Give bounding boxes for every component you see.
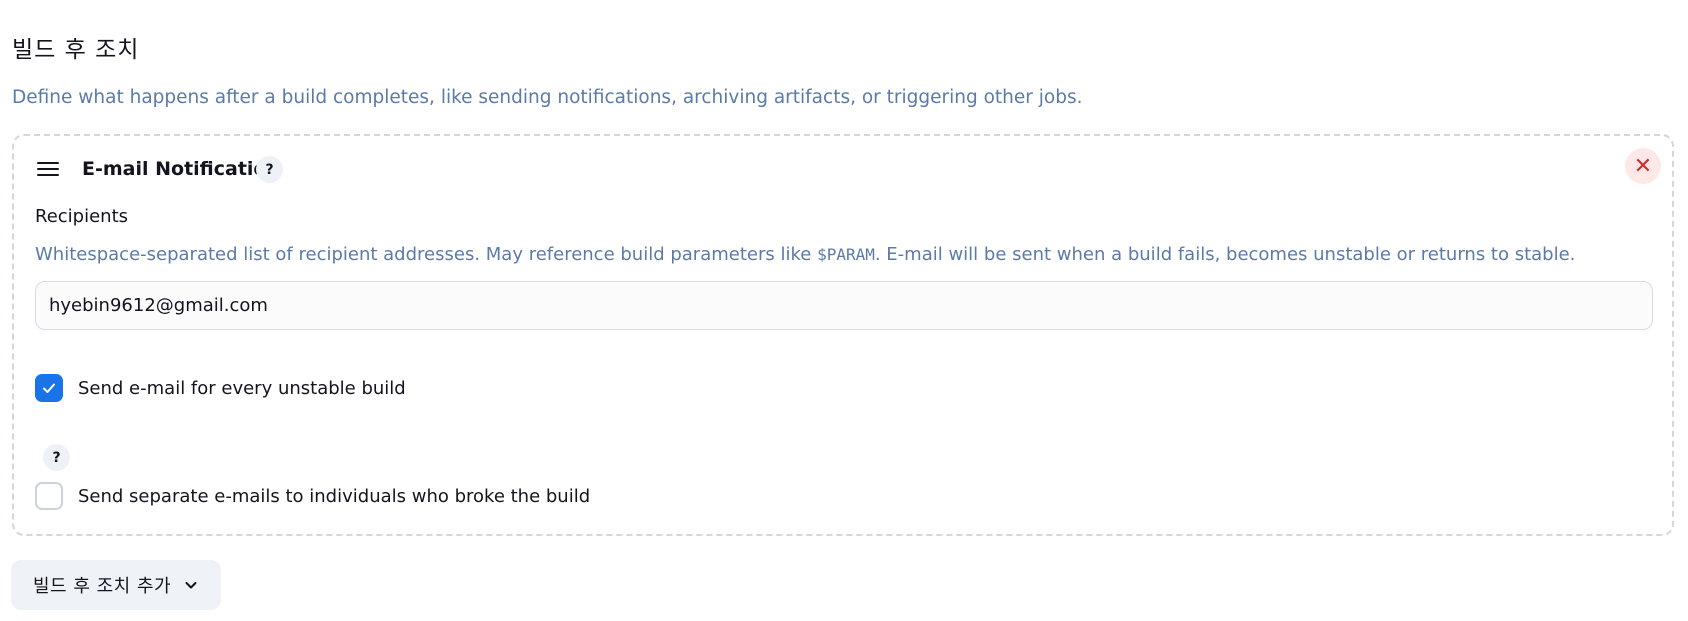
section-title: 빌드 후 조치 [12, 37, 140, 63]
add-button-label: 빌드 후 조치 추가 [33, 576, 172, 597]
help-icon[interactable]: ? [43, 444, 70, 471]
unstable-build-label: Send e-mail for every unstable build [78, 377, 406, 399]
help-icon[interactable]: ? [256, 156, 283, 183]
post-build-actions-page: 빌드 후 조치 Define what happens after a buil… [0, 0, 1688, 621]
email-notification-card: E-mail Notification ? ✕ Recipients White… [12, 134, 1674, 536]
add-post-build-action-button[interactable]: 빌드 후 조치 추가 [11, 560, 222, 610]
param-code: $PARAM [817, 245, 875, 264]
checkmark-icon [43, 383, 55, 393]
card-title: E-mail Notification [82, 158, 281, 180]
individuals-label: Send separate e-mails to individuals who… [78, 485, 591, 507]
unstable-build-checkbox[interactable] [35, 374, 63, 402]
recipients-input[interactable] [35, 281, 1653, 330]
chevron-down-icon [183, 577, 199, 593]
hamburger-icon[interactable] [37, 162, 59, 178]
recipients-description-text: Whitespace-separated list of recipient a… [35, 244, 818, 265]
individuals-checkbox[interactable] [35, 482, 63, 510]
recipients-description: Whitespace-separated list of recipient a… [35, 244, 1575, 265]
close-icon[interactable]: ✕ [1625, 148, 1661, 184]
unstable-build-option[interactable]: Send e-mail for every unstable build [35, 374, 406, 402]
recipients-description-text-end: . E-mail will be sent when a build fails… [874, 244, 1576, 265]
section-description: Define what happens after a build comple… [12, 87, 1083, 108]
individuals-option[interactable]: Send separate e-mails to individuals who… [35, 482, 590, 510]
recipients-label: Recipients [35, 206, 129, 227]
